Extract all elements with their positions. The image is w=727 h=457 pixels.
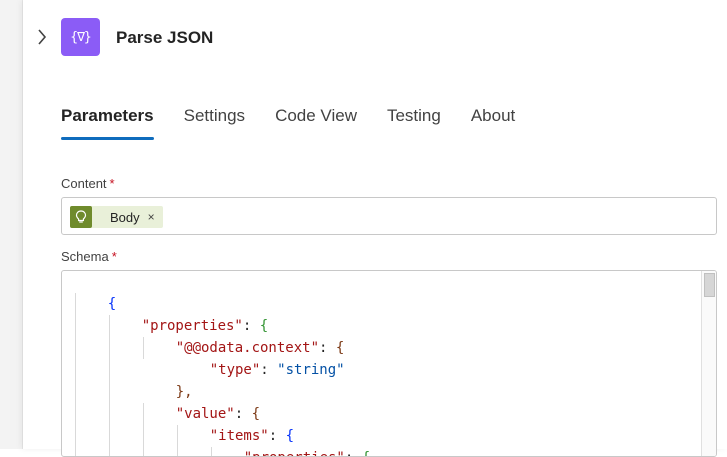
code-line: "@@odata.context": { <box>175 340 345 356</box>
tab-bar: Parameters Settings Code View Testing Ab… <box>61 106 545 140</box>
content-label: Content * <box>61 176 115 191</box>
code-line: "value": { <box>175 406 261 422</box>
code-line: "items": { <box>209 428 295 444</box>
code-line: }, <box>175 384 193 400</box>
lightbulb-icon <box>70 206 92 228</box>
editor-scrollbar[interactable] <box>701 271 716 456</box>
code-line: "type": "string" <box>209 362 345 378</box>
content-input[interactable]: Body × <box>61 197 717 235</box>
scrollbar-thumb[interactable] <box>704 273 715 297</box>
tab-code-view[interactable]: Code View <box>275 106 357 140</box>
code-line: { <box>107 296 117 312</box>
collapse-panel-button[interactable] <box>33 26 51 48</box>
braces-icon: {∇} <box>70 29 92 45</box>
chevron-right-icon <box>38 29 47 45</box>
tab-testing[interactable]: Testing <box>387 106 441 140</box>
action-icon: {∇} <box>61 18 100 56</box>
background-canvas-edge <box>0 0 23 449</box>
body-token[interactable]: Body × <box>70 206 163 228</box>
tab-parameters[interactable]: Parameters <box>61 106 154 140</box>
token-label: Body <box>110 209 140 225</box>
schema-label: Schema * <box>61 249 117 264</box>
tab-about[interactable]: About <box>471 106 515 140</box>
token-remove-button[interactable]: × <box>148 210 155 224</box>
schema-code-editor[interactable]: { "properties": { "@@odata.context": { "… <box>61 270 717 457</box>
code-line: "properties": { <box>141 318 269 334</box>
required-marker: * <box>111 249 117 264</box>
tab-settings[interactable]: Settings <box>184 106 245 140</box>
code-line: "properties": { <box>210 425 370 456</box>
required-marker: * <box>109 176 115 191</box>
action-title[interactable]: Parse JSON <box>116 28 213 48</box>
